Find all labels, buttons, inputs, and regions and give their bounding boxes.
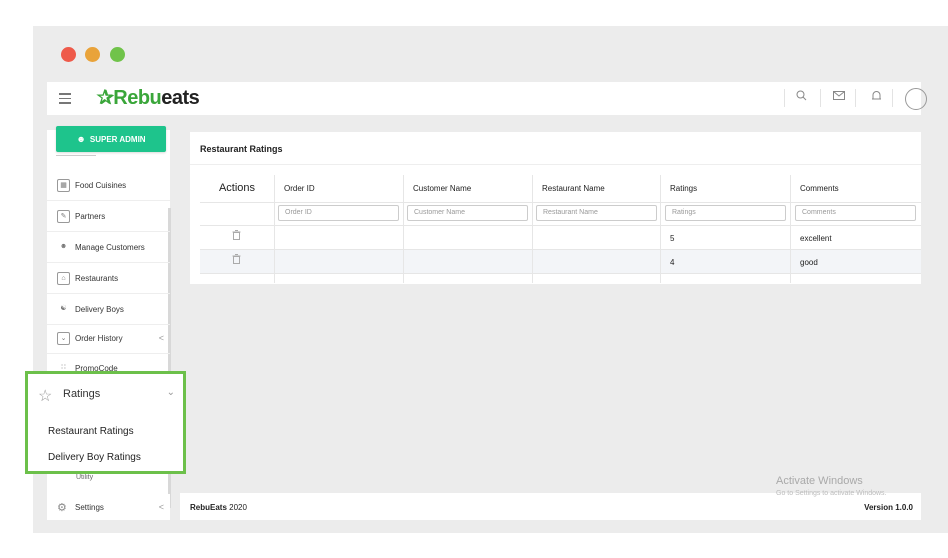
submenu-restaurant-ratings[interactable]: Restaurant Ratings [48, 426, 134, 437]
grid-icon: ▦ [57, 179, 70, 192]
column-header-customer-name[interactable]: Customer Name [413, 175, 471, 202]
footer-copyright: RebuEats 2020 [190, 503, 247, 512]
rating-cell: 5 [670, 234, 675, 243]
sidebar-item-partners[interactable]: ✎ Partners [47, 202, 170, 232]
sidebar-item-restaurants[interactable]: ⌂ Restaurants [47, 264, 170, 294]
divider [190, 164, 921, 165]
sidebar-item-label: Restaurants [75, 274, 119, 283]
users-icon: ☯ [60, 305, 67, 312]
logo-star-icon: ✰ [97, 87, 114, 109]
submenu-delivery-boy-ratings[interactable]: Delivery Boy Ratings [48, 452, 141, 463]
sidebar-item-label: Partners [75, 212, 106, 221]
sidebar-item-label: Order History [75, 334, 123, 343]
chevron-down-icon: ⌄ [166, 387, 175, 398]
rating-cell: 4 [670, 258, 675, 267]
edit-icon: ✎ [57, 210, 70, 223]
ratings-card: Restaurant Ratings Actions Order ID Cust… [190, 132, 921, 284]
sidebar-item-order-history[interactable]: ⌄ Order History < [47, 324, 170, 354]
column-header-comments[interactable]: Comments [800, 175, 839, 202]
bell-icon[interactable] [871, 90, 882, 105]
chevron-left-icon: < [158, 333, 164, 343]
window-close-button[interactable] [61, 47, 76, 62]
sidebar-item-ratings[interactable]: ☆ Ratings ⌄ [28, 374, 183, 416]
sidebar-item-utility[interactable]: Utility [56, 474, 166, 484]
restaurant-name-filter[interactable]: Restaurant Name [536, 205, 657, 221]
sidebar-item-manage-customers[interactable]: ☻ Manage Customers [47, 233, 170, 263]
table-divider [200, 249, 921, 250]
footer-version: Version 1.0.0 [864, 503, 913, 512]
store-icon: ⌂ [57, 272, 70, 285]
column-header-actions: Actions [218, 182, 256, 194]
header-divider [784, 89, 785, 107]
header-divider [892, 89, 893, 107]
table-divider [200, 225, 921, 226]
sidebar-item-label: Settings [75, 503, 104, 512]
gear-icon: ⚙ [57, 502, 67, 514]
user-icon: ☻ [59, 243, 68, 250]
column-header-restaurant-name[interactable]: Restaurant Name [542, 175, 605, 202]
logo-text-eats: eats [161, 87, 200, 109]
windows-activation-watermark: Activate Windows [776, 475, 863, 487]
mail-icon[interactable] [833, 90, 845, 104]
column-header-order-id[interactable]: Order ID [284, 175, 315, 202]
sidebar-item-food-cuisines[interactable]: ▦ Food Cuisines [47, 171, 170, 201]
footer-year: 2020 [229, 503, 247, 512]
chevron-left-icon: < [158, 502, 164, 512]
table-divider [660, 175, 661, 283]
hamburger-menu-icon[interactable] [59, 93, 71, 107]
footer-brand: RebuEats [190, 503, 227, 512]
table-divider [200, 273, 921, 274]
table-divider [403, 175, 404, 283]
trash-icon[interactable] [232, 254, 241, 267]
logo-text-rebu: Rebu [113, 87, 162, 109]
sidebar-item-delivery-boys[interactable]: ☯ Delivery Boys [47, 295, 170, 325]
sidebar-item-label: Delivery Boys [75, 305, 124, 314]
table-divider [274, 175, 275, 283]
user-icon: ☻ [76, 134, 86, 144]
search-icon[interactable] [796, 90, 807, 104]
comment-cell: excellent [800, 234, 832, 243]
super-admin-button[interactable]: ☻ SUPER ADMIN [56, 126, 166, 152]
avatar[interactable] [905, 88, 927, 110]
ratings-filter[interactable]: Ratings [665, 205, 786, 221]
column-header-ratings[interactable]: Ratings [670, 175, 697, 202]
sidebar-item-label: Food Cuisines [75, 181, 127, 190]
comment-cell: good [800, 258, 818, 267]
order-id-filter[interactable]: Order ID [278, 205, 399, 221]
sidebar-item-label: Utility [76, 474, 94, 481]
table-divider [790, 175, 791, 283]
header-divider [820, 89, 821, 107]
table-divider [532, 175, 533, 283]
top-header: ✰Rebueats [47, 82, 927, 115]
footer: RebuEats 2020 Version 1.0.0 [180, 493, 921, 520]
ratings-submenu: ☆ Ratings ⌄ Restaurant Ratings Delivery … [25, 371, 186, 474]
ratings-menu-title: Ratings [63, 388, 101, 400]
window-minimize-button[interactable] [85, 47, 100, 62]
star-icon: ☆ [38, 388, 53, 405]
inbox-icon: ⌄ [57, 332, 70, 345]
table-divider [200, 202, 921, 203]
windows-activation-hint: Go to Settings to activate Windows. [776, 490, 887, 497]
header-divider [855, 89, 856, 107]
app-logo[interactable]: ✰Rebueats [97, 85, 200, 110]
super-admin-label: SUPER ADMIN [89, 135, 146, 144]
sidebar-item-label: Manage Customers [75, 243, 145, 252]
trash-icon[interactable] [232, 230, 241, 243]
page-title: Restaurant Ratings [200, 144, 283, 154]
sidebar-item-settings[interactable]: ⚙ Settings < [47, 494, 170, 520]
window-maximize-button[interactable] [110, 47, 125, 62]
customer-name-filter[interactable]: Customer Name [407, 205, 528, 221]
comments-filter[interactable]: Comments [795, 205, 916, 221]
